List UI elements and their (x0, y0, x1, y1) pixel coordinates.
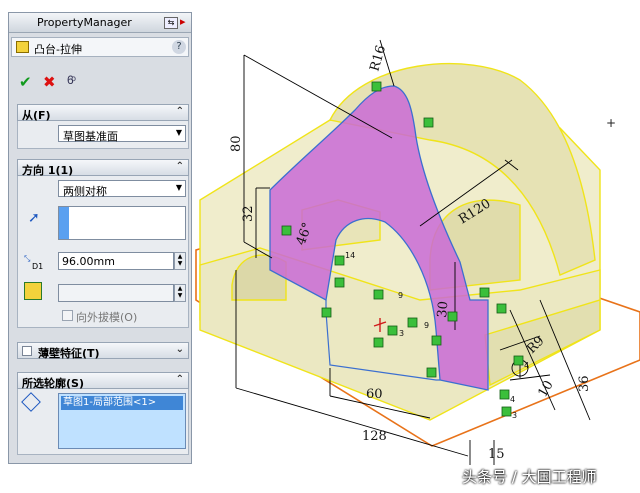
draft-toggle-icon[interactable] (24, 282, 42, 300)
dim-15: 15 (488, 447, 505, 462)
from-group-body: 草图基准面 ▼ (17, 121, 189, 149)
depth-input[interactable]: 96.00mm (58, 252, 174, 270)
end-condition-select[interactable]: 两侧对称 ▼ (58, 180, 186, 198)
pin-icon[interactable]: ⇆ (164, 17, 178, 29)
chevron-down-icon[interactable]: ▼ (176, 183, 182, 192)
watermark: 头条号 / 大国工程师 (462, 468, 597, 486)
collapse-chevron-icon[interactable]: ⌃ (176, 106, 184, 117)
relation-label: 9 (398, 291, 403, 300)
dim-60: 60 (366, 387, 383, 402)
dim-128: 128 (362, 429, 387, 444)
thin-feature-label: 薄壁特征(T) (38, 347, 100, 360)
direction-arrow-icon[interactable]: ➚ (28, 210, 40, 226)
depth-value: 96.00mm (62, 255, 115, 268)
depth-icon: ⤡ (24, 254, 31, 263)
contours-list[interactable]: 草图1-局部范围<1> (58, 393, 186, 449)
contour-item[interactable]: 草图1-局部范围<1> (61, 396, 183, 410)
end-condition-value: 两侧对称 (63, 185, 107, 198)
draft-outward-checkbox[interactable] (62, 310, 73, 321)
draft-angle-input[interactable] (58, 284, 174, 302)
dim-36: 36 (577, 375, 592, 392)
draft-angle-spinner[interactable]: ▲ ▼ (174, 284, 186, 302)
relation-label: 3 (512, 411, 517, 420)
cancel-button[interactable]: ✖ (43, 73, 56, 91)
collapse-chevron-icon[interactable]: ⌃ (176, 161, 184, 172)
property-manager-header: PropertyManager ⇆ ▸ (9, 13, 191, 33)
start-condition-value: 草图基准面 (63, 130, 118, 143)
cursor-crosshair-icon: + (606, 116, 617, 130)
expand-chevron-icon[interactable]: ⌄ (176, 344, 184, 355)
start-condition-select[interactable]: 草图基准面 ▼ (58, 125, 186, 143)
selected-contours-body: 草图1-局部范围<1> (17, 389, 189, 455)
relation-label: 4 (524, 361, 529, 370)
direction-reference-field[interactable] (58, 206, 186, 240)
selection-box-highlight (59, 207, 69, 239)
chevron-down-icon[interactable]: ▼ (176, 128, 182, 137)
dim-10: 10 (535, 378, 556, 400)
direction1-group-body: 两侧对称 ▼ ➚ ⤡ D1 96.00mm ▲ ▼ ▲ ▼ 向外拔模(O) (17, 176, 189, 328)
draft-outward-label: 向外拔模(O) (76, 311, 138, 324)
detailed-preview-icon[interactable]: 6ͦ͏ (67, 73, 74, 87)
property-manager: PropertyManager ⇆ ▸ 凸台-拉伸 ? ✔ ✖ 6ͦ͏ 从(F)… (8, 12, 192, 464)
contour-icon (21, 392, 41, 412)
ok-button[interactable]: ✔ (19, 73, 32, 91)
thin-feature-checkbox[interactable] (22, 346, 32, 356)
dim-80: 80 (229, 135, 244, 152)
relation-label: 4 (510, 395, 515, 404)
relation-label: 3 (399, 329, 404, 338)
help-button[interactable]: ? (172, 40, 186, 54)
feature-name: 凸台-拉伸 (34, 43, 82, 56)
thin-feature-header[interactable]: 薄壁特征(T) ⌄ (17, 342, 189, 360)
dim-32: 32 (241, 205, 256, 222)
property-manager-title: PropertyManager (37, 16, 132, 29)
extrude-feature-icon (16, 41, 29, 53)
dim-r16: R16 (367, 44, 389, 73)
close-icon[interactable]: ▸ (180, 15, 190, 29)
selected-contours-header[interactable]: 所选轮廓(S) ⌃ (17, 372, 189, 390)
collapse-chevron-icon[interactable]: ⌃ (176, 374, 184, 385)
relation-label: 14 (345, 251, 355, 260)
depth-unit-label: D1 (32, 262, 44, 271)
relation-label: 9 (424, 321, 429, 330)
feature-title-bar: 凸台-拉伸 ? (11, 37, 189, 57)
from-group-header[interactable]: 从(F) ⌃ (17, 104, 189, 122)
direction1-group-header[interactable]: 方向 1(1) ⌃ (17, 159, 189, 177)
depth-spinner[interactable]: ▲ ▼ (174, 252, 186, 270)
